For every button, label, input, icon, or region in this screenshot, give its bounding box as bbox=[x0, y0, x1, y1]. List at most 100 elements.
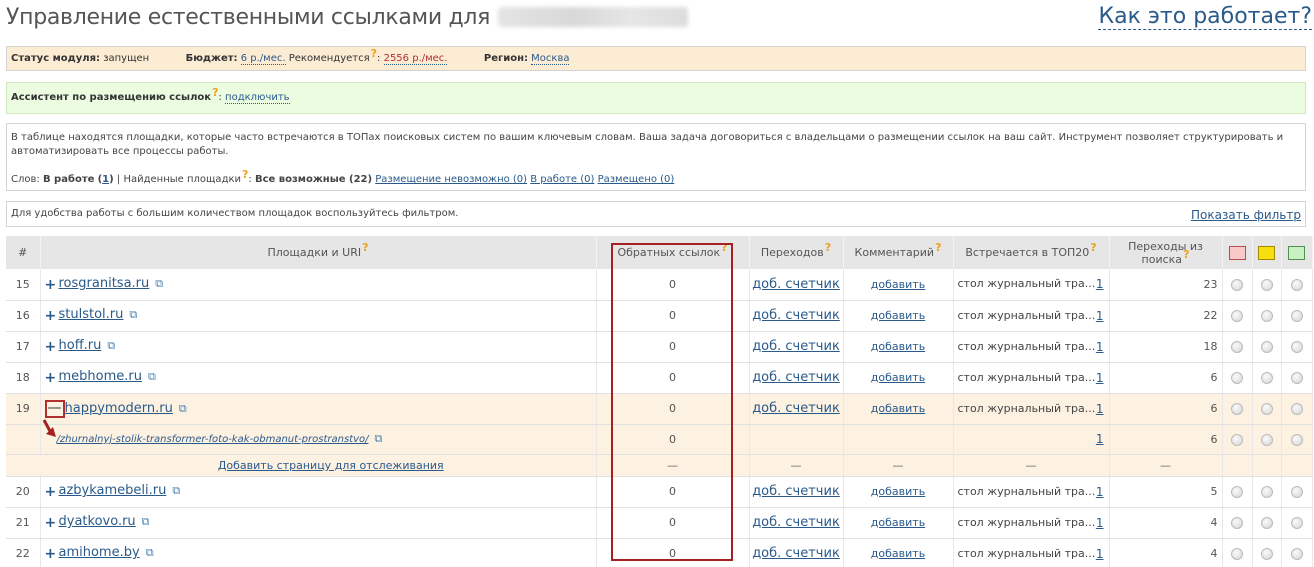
in-work-count-link[interactable]: 1 bbox=[102, 174, 109, 185]
green-radio[interactable] bbox=[1281, 331, 1313, 363]
collapse-button[interactable]: — bbox=[44, 399, 65, 418]
col-backlinks[interactable]: Обратных ссылок? bbox=[596, 236, 750, 269]
external-link-icon[interactable]: ⧉ bbox=[107, 339, 115, 353]
green-radio[interactable] bbox=[1281, 424, 1313, 455]
help-icon[interactable]: ? bbox=[371, 47, 377, 60]
top20-count-link[interactable]: 1 bbox=[1096, 547, 1104, 561]
add-counter-link[interactable]: доб. счетчик bbox=[752, 370, 840, 385]
placed-tab[interactable]: Размещено (0) bbox=[598, 174, 675, 185]
col-green[interactable] bbox=[1281, 236, 1313, 269]
green-radio[interactable] bbox=[1281, 393, 1313, 425]
top20-count-link[interactable]: 1 bbox=[1096, 432, 1104, 446]
add-comment-link[interactable]: добавить bbox=[871, 402, 925, 415]
region-link[interactable]: Москва bbox=[531, 53, 570, 65]
red-radio[interactable] bbox=[1222, 507, 1253, 539]
add-comment-link[interactable]: добавить bbox=[871, 371, 925, 384]
col-comment[interactable]: Комментарий? bbox=[843, 236, 954, 269]
top20-count-link[interactable]: 1 bbox=[1096, 277, 1104, 291]
in-work-tab[interactable]: В работе (0) bbox=[530, 174, 594, 185]
yellow-radio[interactable] bbox=[1252, 507, 1282, 539]
assistant-connect-link[interactable]: подключить bbox=[225, 92, 290, 104]
add-counter-link[interactable]: доб. счетчик bbox=[752, 277, 840, 292]
show-filter-link[interactable]: Показать фильтр bbox=[1191, 208, 1301, 222]
recommended-value-link[interactable]: 2556 р./мес. bbox=[383, 53, 448, 65]
add-comment-link[interactable]: добавить bbox=[871, 547, 925, 560]
expand-button[interactable]: + bbox=[45, 484, 57, 500]
yellow-radio[interactable] bbox=[1252, 269, 1282, 301]
green-radio[interactable] bbox=[1281, 538, 1313, 567]
green-radio[interactable] bbox=[1281, 362, 1313, 394]
red-radio[interactable] bbox=[1222, 538, 1253, 567]
site-link[interactable]: dyatkovo.ru bbox=[59, 514, 136, 529]
all-possible-tab[interactable]: Все возможные (22) bbox=[255, 174, 372, 185]
col-top20[interactable]: Встречается в ТОП20? bbox=[953, 236, 1110, 269]
top20-count-link[interactable]: 1 bbox=[1096, 340, 1104, 354]
external-link-icon[interactable]: ⧉ bbox=[179, 402, 187, 416]
expand-button[interactable]: + bbox=[45, 515, 57, 531]
help-icon[interactable]: ? bbox=[212, 86, 218, 99]
site-link[interactable]: amihome.by bbox=[59, 545, 140, 560]
red-radio[interactable] bbox=[1222, 269, 1253, 301]
add-counter-link[interactable]: доб. счетчик bbox=[752, 308, 840, 323]
red-radio[interactable] bbox=[1222, 300, 1253, 332]
add-page-link[interactable]: Добавить страницу для отслеживания bbox=[218, 459, 444, 472]
external-link-icon[interactable]: ⧉ bbox=[129, 308, 137, 322]
site-link[interactable]: rosgranitsa.ru bbox=[59, 276, 150, 291]
help-icon[interactable]: ? bbox=[242, 168, 248, 181]
yellow-radio[interactable] bbox=[1252, 424, 1282, 455]
how-it-works-link[interactable]: Как это работает? bbox=[1098, 5, 1312, 30]
add-comment-link[interactable]: добавить bbox=[871, 309, 925, 322]
top20-count-link[interactable]: 1 bbox=[1096, 371, 1104, 385]
top20-count-link[interactable]: 1 bbox=[1096, 516, 1104, 530]
add-comment-link[interactable]: добавить bbox=[871, 485, 925, 498]
add-comment-link[interactable]: добавить bbox=[871, 340, 925, 353]
col-search[interactable]: Переходы из поиска? bbox=[1109, 236, 1223, 269]
red-radio[interactable] bbox=[1222, 476, 1253, 508]
col-yellow[interactable] bbox=[1252, 236, 1282, 269]
add-counter-link[interactable]: доб. счетчик bbox=[752, 401, 840, 416]
site-link[interactable]: mebhome.ru bbox=[59, 369, 142, 384]
green-radio[interactable] bbox=[1281, 476, 1313, 508]
external-link-icon[interactable]: ⧉ bbox=[146, 546, 154, 560]
budget-value-link[interactable]: 6 р./мес. bbox=[240, 53, 286, 65]
site-link[interactable]: stulstol.ru bbox=[59, 307, 124, 322]
external-link-icon[interactable]: ⧉ bbox=[148, 370, 156, 384]
yellow-radio[interactable] bbox=[1252, 362, 1282, 394]
top20-count-link[interactable]: 1 bbox=[1096, 402, 1104, 416]
expand-button[interactable]: + bbox=[45, 339, 57, 355]
external-link-icon[interactable]: ⧉ bbox=[375, 432, 383, 446]
external-link-icon[interactable]: ⧉ bbox=[172, 484, 180, 498]
add-counter-link[interactable]: доб. счетчик bbox=[752, 515, 840, 530]
expand-button[interactable]: + bbox=[45, 308, 57, 324]
impossible-tab[interactable]: Размещение невозможно (0) bbox=[375, 174, 527, 185]
col-site[interactable]: Площадки и URI? bbox=[40, 236, 597, 269]
top20-count-link[interactable]: 1 bbox=[1096, 485, 1104, 499]
top20-count-link[interactable]: 1 bbox=[1096, 309, 1104, 323]
yellow-radio[interactable] bbox=[1252, 393, 1282, 425]
red-radio[interactable] bbox=[1222, 393, 1253, 425]
green-radio[interactable] bbox=[1281, 300, 1313, 332]
expand-button[interactable]: + bbox=[45, 277, 57, 293]
yellow-radio[interactable] bbox=[1252, 538, 1282, 567]
add-counter-link[interactable]: доб. счетчик bbox=[752, 339, 840, 354]
red-radio[interactable] bbox=[1222, 424, 1253, 455]
green-radio[interactable] bbox=[1281, 507, 1313, 539]
red-radio[interactable] bbox=[1222, 362, 1253, 394]
col-red[interactable] bbox=[1222, 236, 1253, 269]
green-radio[interactable] bbox=[1281, 269, 1313, 301]
add-comment-link[interactable]: добавить bbox=[871, 516, 925, 529]
external-link-icon[interactable]: ⧉ bbox=[142, 515, 150, 529]
expand-button[interactable]: + bbox=[45, 546, 57, 562]
yellow-radio[interactable] bbox=[1252, 476, 1282, 508]
yellow-radio[interactable] bbox=[1252, 331, 1282, 363]
col-transitions[interactable]: Переходов? bbox=[749, 236, 844, 269]
add-counter-link[interactable]: доб. счетчик bbox=[752, 546, 840, 561]
external-link-icon[interactable]: ⧉ bbox=[155, 277, 163, 291]
site-link[interactable]: happymodern.ru bbox=[65, 401, 173, 416]
red-radio[interactable] bbox=[1222, 331, 1253, 363]
yellow-radio[interactable] bbox=[1252, 300, 1282, 332]
expand-button[interactable]: + bbox=[45, 370, 57, 386]
site-link[interactable]: azbykamebeli.ru bbox=[59, 483, 167, 498]
add-counter-link[interactable]: доб. счетчик bbox=[752, 484, 840, 499]
subpage-link[interactable]: /zhurnalnyj-stolik-transformer-foto-kak-… bbox=[57, 434, 369, 445]
